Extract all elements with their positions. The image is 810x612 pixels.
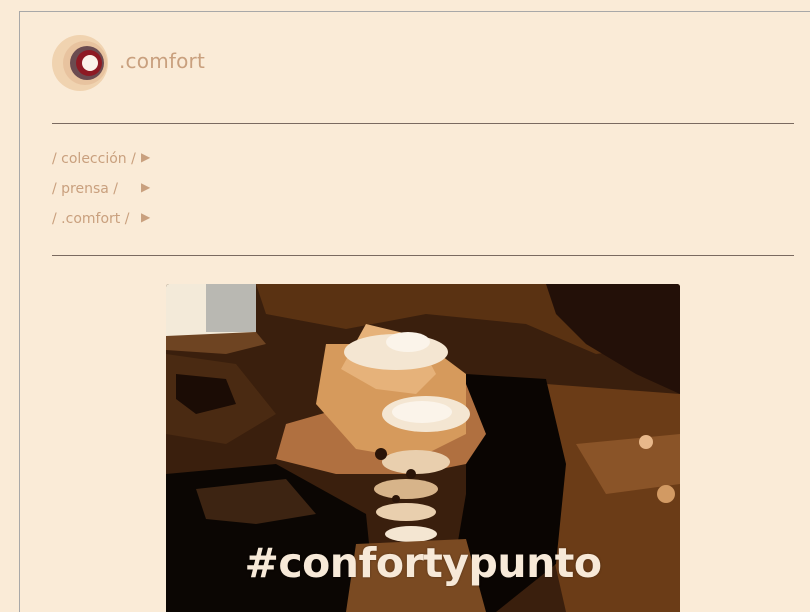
play-arrow-icon[interactable]: ▶ <box>141 150 150 164</box>
play-arrow-icon[interactable]: ▶ <box>141 180 150 194</box>
divider-top <box>52 123 794 124</box>
nav-item-label: / colección / <box>52 151 136 167</box>
nav-item-label: / prensa / <box>52 181 119 197</box>
divider-bottom <box>52 255 794 256</box>
brand-name[interactable]: .comfort <box>119 49 205 73</box>
hero-image: #confortypunto <box>166 284 680 612</box>
concentric-circle-logo-icon[interactable] <box>52 35 108 91</box>
nav-item-label: / .comfort / <box>52 211 130 227</box>
play-arrow-icon[interactable]: ▶ <box>141 210 150 224</box>
hero-hashtag: #confortypunto <box>244 539 602 587</box>
